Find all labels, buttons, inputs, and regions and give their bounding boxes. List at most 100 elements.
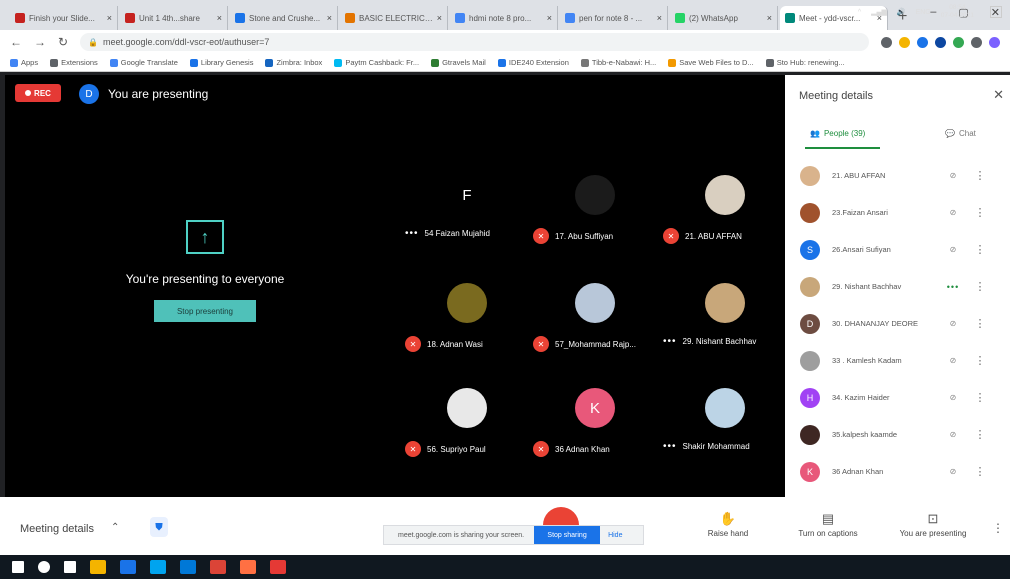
shield-icon[interactable]: ⛊ <box>150 517 168 537</box>
people-list-item[interactable]: 29. Nishant Bachhav ••• ⋮ <box>785 268 1010 305</box>
close-tab-icon[interactable]: × <box>767 13 772 23</box>
bookmark-item[interactable]: Save Web Files to D... <box>668 58 754 67</box>
bookmark-item[interactable]: Paytm Cashback: Fr... <box>334 58 419 67</box>
more-options-icon[interactable]: ⋮ <box>970 280 990 293</box>
clock[interactable]: 08:54 07-04-2021 <box>941 4 974 20</box>
mail-icon[interactable] <box>180 560 196 574</box>
meeting-details-button[interactable]: Meeting details <box>20 523 94 535</box>
close-tab-icon[interactable]: × <box>217 13 222 23</box>
people-list-item[interactable]: H 34. Kazim Haider ⊘ ⋮ <box>785 379 1010 416</box>
url-field[interactable]: 🔒 meet.google.com/ddl-vscr-eot/authuser=… <box>80 33 869 51</box>
close-tab-icon[interactable]: × <box>437 13 442 23</box>
bookmark-item[interactable]: Gtravels Mail <box>431 58 486 67</box>
app-icon[interactable] <box>240 560 256 574</box>
close-tab-icon[interactable]: × <box>107 13 112 23</box>
volume-icon[interactable]: 🔊 <box>897 8 906 16</box>
language-indicator[interactable]: ENG <box>916 9 931 16</box>
participant-tile[interactable]: ✕ 18. Adnan Wasi <box>405 283 529 363</box>
chrome-icon[interactable] <box>210 560 226 574</box>
more-options-icon[interactable]: ⋮ <box>970 354 990 367</box>
participant-tile[interactable]: K ✕ 36 Adnan Khan <box>533 388 657 468</box>
browser-tab[interactable]: Finish your Slide... × <box>10 6 118 30</box>
store-icon[interactable] <box>150 560 166 574</box>
file-explorer-icon[interactable] <box>90 560 106 574</box>
bookmark-item[interactable]: Sto Hub: renewing... <box>765 58 845 67</box>
network-icon[interactable]: ▂▄▆ <box>871 8 887 16</box>
participant-tile[interactable]: ✕ 57_Mohammad Rajp... <box>533 283 657 363</box>
bookmark-icon <box>580 58 589 67</box>
you-are-presenting-button[interactable]: ⊡ You are presenting <box>883 511 983 538</box>
bookmark-icon <box>497 58 506 67</box>
browser-tab[interactable]: pen for note 8 - ... × <box>560 6 668 30</box>
more-options-icon[interactable]: ⋮ <box>970 465 990 478</box>
bookmark-item[interactable]: Library Genesis <box>189 58 253 67</box>
browser-tab[interactable]: hdmi note 8 pro... × <box>450 6 558 30</box>
participant-tile[interactable]: ••• Shakir Mohammad <box>663 388 787 468</box>
close-tab-icon[interactable]: × <box>547 13 552 23</box>
hang-up-button[interactable] <box>543 507 579 525</box>
system-tray: ^ ▂▄▆ 🔊 ENG 08:54 07-04-2021 <box>858 4 974 20</box>
tab-chat[interactable]: 💬 Chat <box>945 129 976 138</box>
chevron-up-icon[interactable]: ⌃ <box>111 522 119 533</box>
extension-icon[interactable] <box>935 36 946 48</box>
app-icon[interactable] <box>270 560 286 574</box>
people-list-item[interactable]: 35.kalpesh kaamde ⊘ ⋮ <box>785 416 1010 453</box>
more-options-icon[interactable]: ⋮ <box>970 206 990 219</box>
mic-off-icon: ⊘ <box>949 467 957 476</box>
edge-icon[interactable] <box>120 560 136 574</box>
participant-tile[interactable]: ✕ 21. ABU AFFAN <box>663 175 787 255</box>
captions-button[interactable]: ▤ Turn on captions <box>778 511 878 538</box>
bookmark-label: Apps <box>21 58 39 67</box>
notifications-icon[interactable] <box>990 6 1002 18</box>
browser-tab[interactable]: Unit 1 4th...share × <box>120 6 228 30</box>
browser-tab[interactable]: (2) WhatsApp × <box>670 6 778 30</box>
participant-tile[interactable]: ✕ 17. Abu Suffiyan <box>533 175 657 255</box>
browser-tab[interactable]: BASIC ELECTRICS... × <box>340 6 448 30</box>
profile-avatar[interactable] <box>989 36 1000 48</box>
reload-icon[interactable]: ↻ <box>58 35 68 49</box>
extension-icon[interactable] <box>917 36 928 48</box>
chevron-up-icon[interactable]: ^ <box>858 9 861 16</box>
tab-people[interactable]: 👥 People (39) <box>810 129 865 138</box>
more-options-icon[interactable]: ⋮ <box>970 391 990 404</box>
forward-icon[interactable]: → <box>34 35 46 49</box>
person-name: 36 Adnan Khan <box>832 467 884 476</box>
more-options-icon[interactable]: ⋮ <box>970 169 990 182</box>
key-icon[interactable] <box>881 36 892 48</box>
people-list-item[interactable]: D 30. DHANANJAY DEORE ⊘ ⋮ <box>785 305 1010 342</box>
bookmark-item[interactable]: Apps <box>10 58 38 67</box>
people-list-item[interactable]: K 36 Adnan Khan ⊘ ⋮ <box>785 453 1010 490</box>
browser-tab[interactable]: Stone and Crushe... × <box>230 6 338 30</box>
back-icon[interactable]: ← <box>10 35 22 49</box>
participant-tile[interactable]: ••• 29. Nishant Bachhav <box>663 283 787 363</box>
close-panel-icon[interactable]: ✕ <box>993 87 1004 103</box>
people-list-item[interactable]: S 26.Ansari Sufiyan ⊘ ⋮ <box>785 231 1010 268</box>
search-icon[interactable] <box>38 561 50 573</box>
puzzle-icon[interactable] <box>971 36 982 48</box>
bookmark-item[interactable]: Tibb-e-Nabawi: H... <box>580 58 656 67</box>
more-options-icon[interactable]: ⋮ <box>992 521 1004 535</box>
stop-presenting-button[interactable]: Stop presenting <box>154 300 256 322</box>
close-tab-icon[interactable]: × <box>327 13 332 23</box>
star-icon[interactable] <box>899 36 910 48</box>
raise-hand-button[interactable]: ✋ Raise hand <box>678 511 778 538</box>
close-tab-icon[interactable]: × <box>657 13 662 23</box>
bookmark-item[interactable]: IDE240 Extension <box>497 58 569 67</box>
hide-notice-link[interactable]: Hide <box>608 532 622 539</box>
participant-tile[interactable]: F ••• 54 Faizan Mujahid <box>405 175 529 255</box>
participant-tile[interactable]: ✕ 56. Supriyo Paul <box>405 388 529 468</box>
more-options-icon[interactable]: ⋮ <box>970 428 990 441</box>
more-options-icon[interactable]: ⋮ <box>970 317 990 330</box>
bookmark-item[interactable]: Zimbra: Inbox <box>265 58 322 67</box>
people-list-item[interactable]: 21. ABU AFFAN ⊘ ⋮ <box>785 157 1010 194</box>
extension-icon[interactable] <box>953 36 964 48</box>
bookmark-label: Google Translate <box>120 58 178 67</box>
more-options-icon[interactable]: ⋮ <box>970 243 990 256</box>
bookmark-item[interactable]: Extensions <box>50 58 98 67</box>
windows-start-icon[interactable] <box>12 561 24 573</box>
bookmark-item[interactable]: Google Translate <box>109 58 178 67</box>
people-list-item[interactable]: 33 . Kamlesh Kadam ⊘ ⋮ <box>785 342 1010 379</box>
task-view-icon[interactable] <box>64 561 76 573</box>
stop-sharing-button[interactable]: Stop sharing <box>534 526 601 544</box>
people-list-item[interactable]: 23.Faizan Ansari ⊘ ⋮ <box>785 194 1010 231</box>
